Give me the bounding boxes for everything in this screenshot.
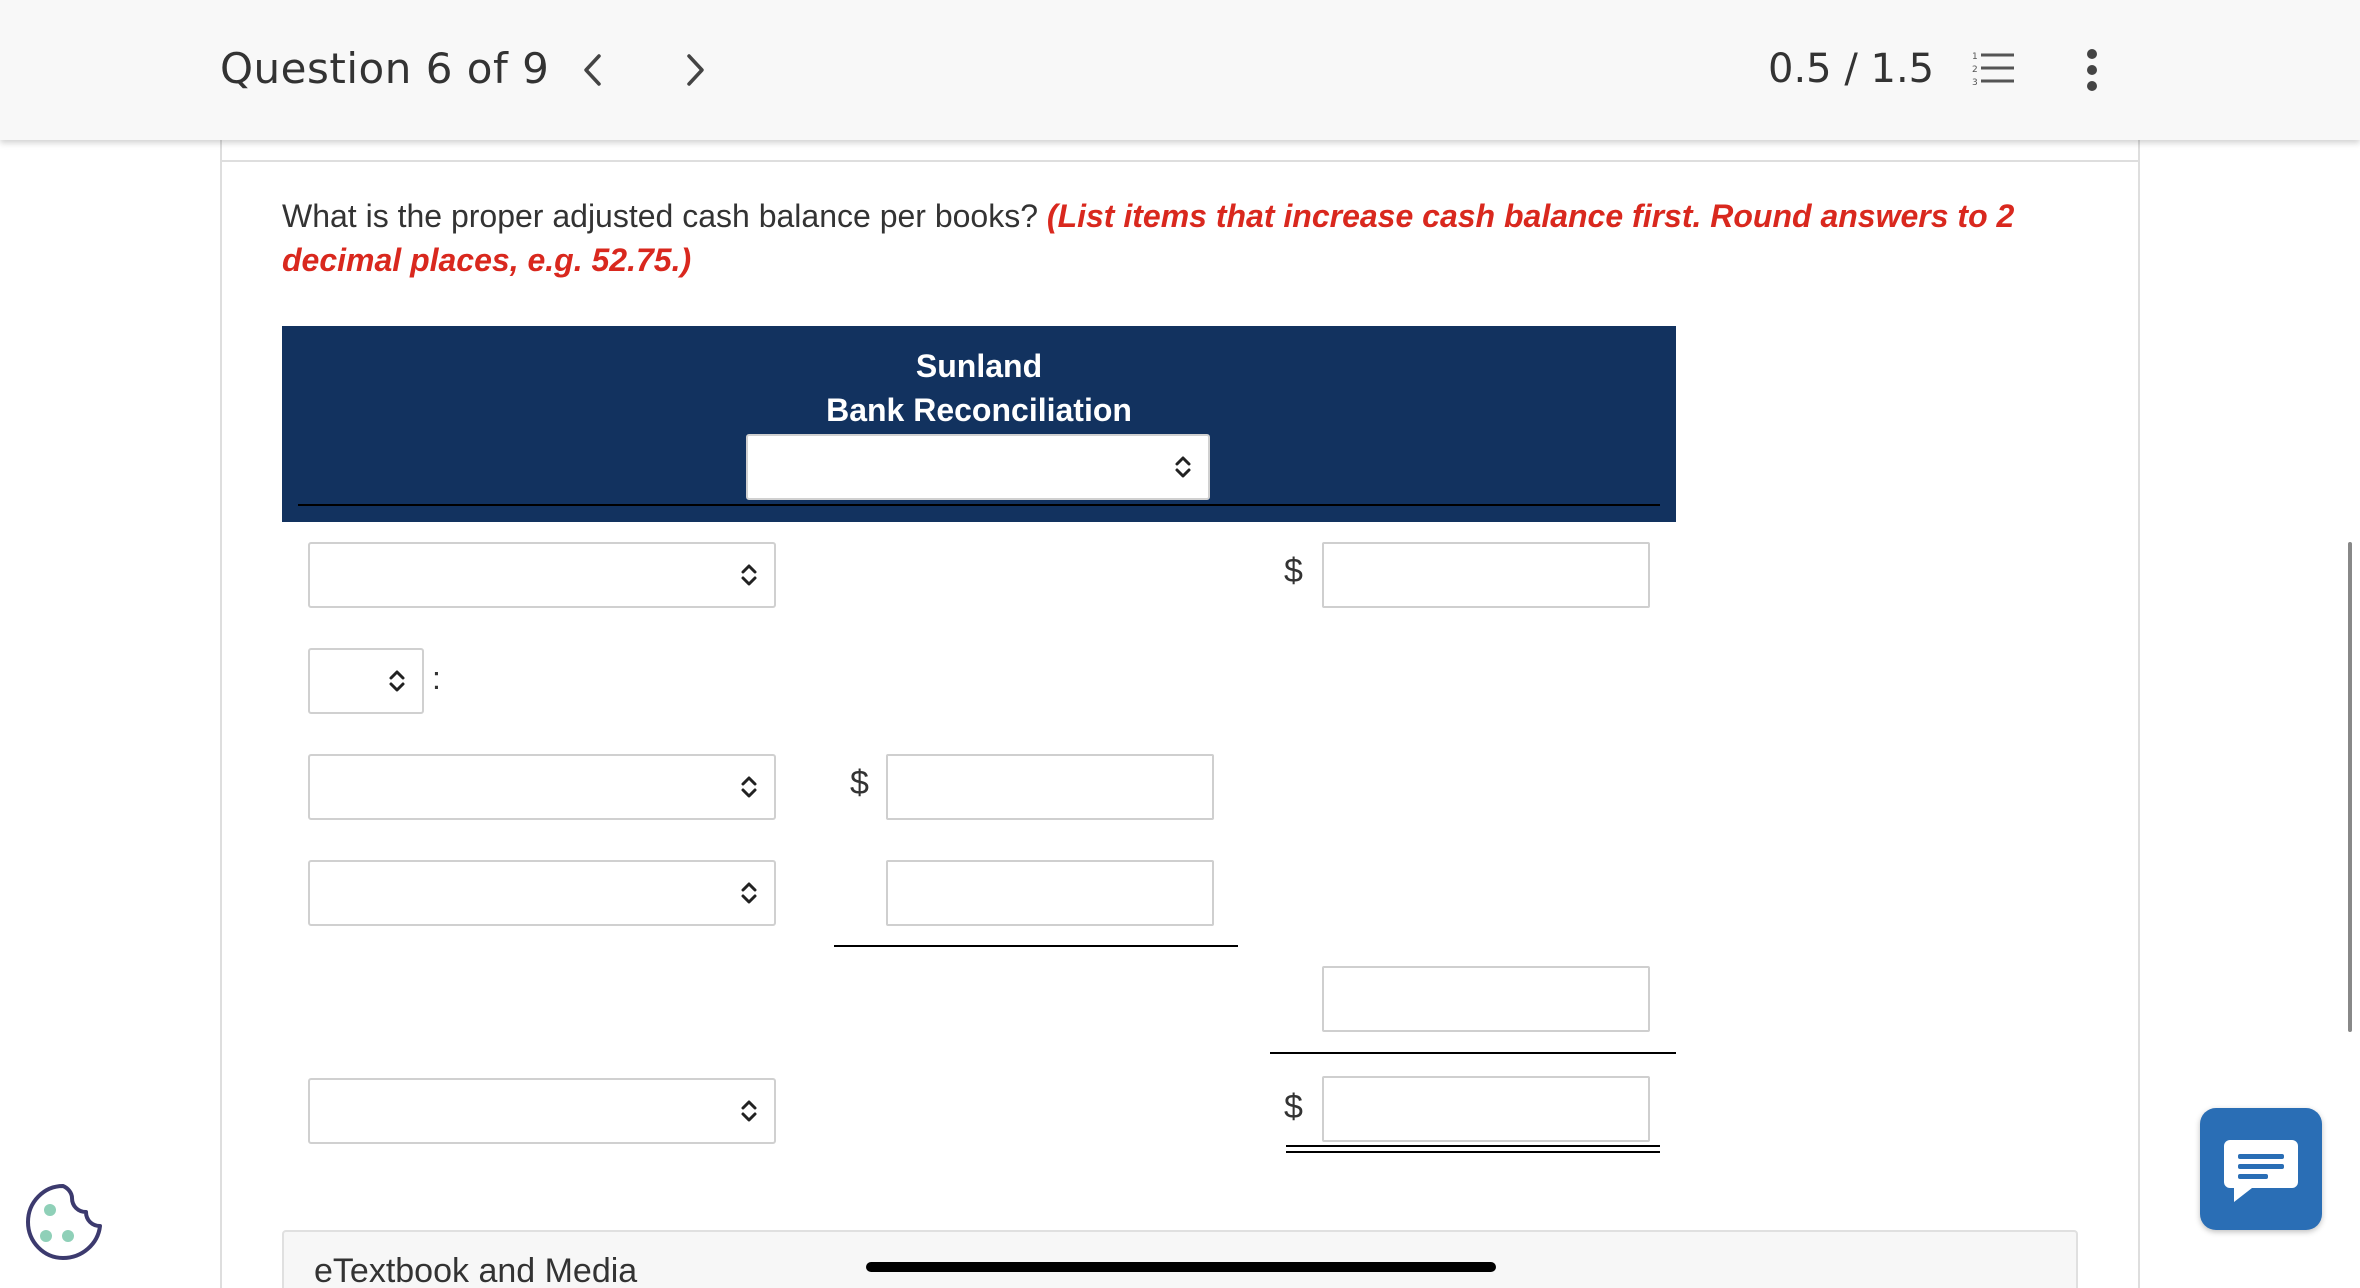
chevron-up-down-icon — [741, 564, 757, 586]
more-options-button[interactable] — [2072, 48, 2112, 92]
header-rule — [298, 504, 1660, 506]
question-prompt: What is the proper adjusted cash balance… — [282, 198, 1047, 234]
row1-item-select[interactable] — [308, 542, 776, 608]
etextbook-section[interactable]: eTextbook and Media — [282, 1230, 2078, 1288]
next-question-button[interactable] — [670, 40, 720, 100]
chevron-right-icon — [687, 54, 704, 86]
row3-amount-input[interactable] — [886, 754, 1214, 820]
date-select[interactable] — [746, 434, 1210, 500]
top-bar: Question 6 of 9 0.5 / 1.5 1 2 3 — [0, 0, 2360, 140]
total-rule — [1270, 1052, 1676, 1054]
svg-text:2: 2 — [1972, 65, 1978, 75]
score-display: 0.5 / 1.5 — [1768, 46, 1935, 92]
row4-amount-input[interactable] — [886, 860, 1214, 926]
double-rule-bottom — [1286, 1151, 1660, 1153]
cookie-icon — [26, 1184, 102, 1260]
row3-currency: $ — [850, 764, 869, 802]
statement-title: Bank Reconciliation — [826, 392, 1132, 428]
more-vertical-icon — [2087, 49, 2097, 91]
add-deduct-colon: : — [432, 660, 441, 696]
cookie-settings-button[interactable] — [20, 1180, 106, 1266]
row1-currency: $ — [1284, 552, 1303, 590]
chat-bubble-icon — [2224, 1140, 2298, 1202]
row3-item-select[interactable] — [308, 754, 776, 820]
question-list-button[interactable]: 1 2 3 — [1972, 50, 2014, 88]
total-currency: $ — [1284, 1088, 1303, 1126]
row4-item-select[interactable] — [308, 860, 776, 926]
numbered-list-icon: 1 2 3 — [1972, 52, 2014, 88]
chevron-up-down-icon — [389, 670, 405, 692]
chevron-up-down-icon — [1175, 456, 1191, 478]
subtotal-rule — [834, 945, 1238, 947]
total-amount-input[interactable] — [1322, 1076, 1650, 1142]
add-deduct-select[interactable] — [308, 648, 424, 714]
double-rule-top — [1286, 1145, 1660, 1147]
card-divider — [220, 160, 2140, 162]
subtotal-amount-input[interactable] — [1322, 966, 1650, 1032]
home-indicator — [866, 1262, 1496, 1272]
row1-amount-input[interactable] — [1322, 542, 1650, 608]
reconciliation-header: Sunland Bank Reconciliation — [282, 326, 1676, 522]
question-text: What is the proper adjusted cash balance… — [282, 194, 2112, 282]
etextbook-label: eTextbook and Media — [314, 1252, 638, 1288]
svg-text:3: 3 — [1972, 78, 1978, 88]
previous-question-button[interactable] — [568, 40, 618, 100]
scrollbar[interactable] — [2348, 542, 2352, 1032]
row6-item-select[interactable] — [308, 1078, 776, 1144]
chevron-up-down-icon — [741, 882, 757, 904]
company-name: Sunland — [915, 348, 1043, 384]
chevron-up-down-icon — [741, 776, 757, 798]
question-counter: Question 6 of 9 — [220, 44, 550, 93]
chevron-left-icon — [584, 54, 601, 86]
chevron-up-down-icon — [741, 1100, 757, 1122]
chat-button[interactable] — [2200, 1108, 2322, 1230]
svg-text:1: 1 — [1972, 52, 1978, 62]
